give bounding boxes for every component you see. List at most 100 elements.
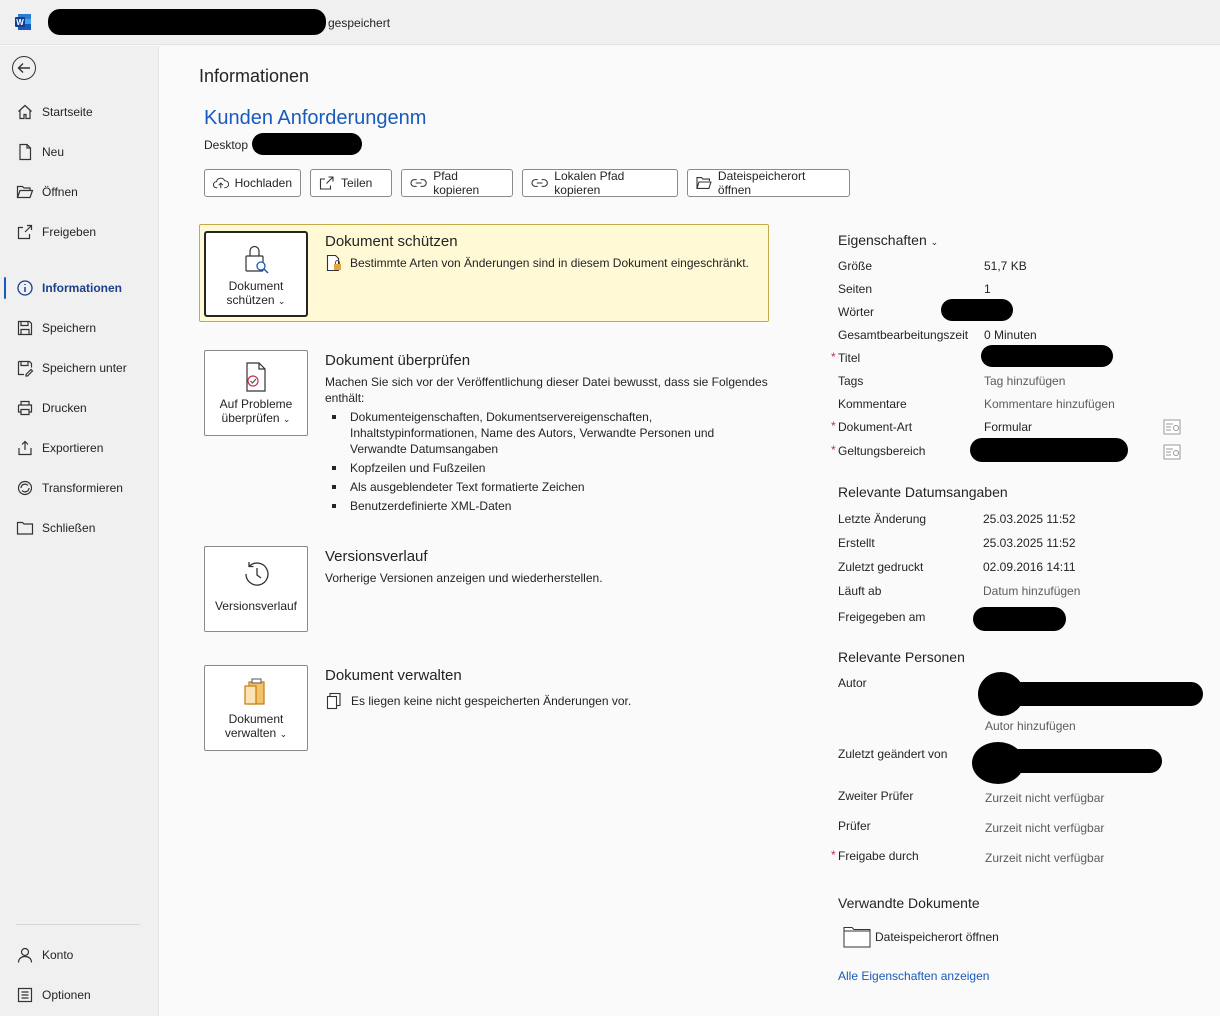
nav-label: Informationen: [42, 281, 122, 295]
doctype-value[interactable]: Formular: [984, 420, 1032, 434]
link-icon: [531, 179, 548, 187]
required-marker: *: [831, 443, 836, 457]
nav-informationen[interactable]: Informationen: [0, 271, 159, 305]
share-icon: [17, 224, 33, 240]
open-file-location-button[interactable]: Dateispeicherort öffnen: [687, 169, 850, 197]
pages-label: Seiten: [838, 282, 873, 296]
add-author-input[interactable]: Autor hinzufügen: [985, 719, 1076, 733]
share-icon: [319, 176, 334, 190]
second-reviewer-value: Zurzeit nicht verfügbar: [985, 791, 1105, 805]
versions-heading: Versionsverlauf: [325, 548, 428, 565]
nav-drucken[interactable]: Drucken: [0, 391, 159, 425]
save-status: gespeichert: [328, 16, 391, 30]
version-history-button[interactable]: Versionsverlauf: [204, 546, 308, 632]
nav-label: Öffnen: [42, 185, 78, 199]
nav-label: Schließen: [42, 521, 96, 535]
copy-local-path-button[interactable]: Lokalen Pfad kopieren: [522, 169, 678, 197]
restricted-document-icon: [326, 254, 341, 272]
doctype-label: Dokument-Art: [838, 420, 913, 434]
release-by-label: Freigabe durch: [838, 849, 919, 863]
options-icon: [17, 987, 33, 1003]
save-as-icon: [17, 360, 34, 377]
manage-description: Es liegen keine nicht gespeicherten Ände…: [351, 694, 632, 708]
expires-input[interactable]: Datum hinzufügen: [983, 584, 1080, 598]
nav-neu[interactable]: Neu: [0, 135, 159, 169]
inspect-document-button[interactable]: Auf Probleme überprüfen ⌄: [204, 350, 308, 436]
history-clock-icon: [245, 562, 269, 586]
share-button[interactable]: Teilen: [310, 169, 392, 197]
list-item: Dokumenteigenschaften, Dokumentservereig…: [325, 409, 745, 457]
close-folder-icon: [16, 521, 34, 535]
redacted-filename: [48, 9, 326, 35]
page-title: Informationen: [199, 66, 310, 86]
tags-label: Tags: [838, 374, 864, 388]
nav-speichern-unter[interactable]: Speichern unter: [0, 351, 159, 385]
upload-button[interactable]: Hochladen: [204, 169, 301, 197]
export-icon: [18, 440, 32, 456]
title-label: Titel: [838, 351, 861, 365]
folder-open-icon: [16, 185, 34, 199]
manage-document-button[interactable]: Dokument verwalten ⌄: [204, 665, 308, 751]
related-heading: Verwandte Dokumente: [838, 895, 980, 911]
tile-label-line2: überprüfen ⌄: [205, 411, 307, 425]
manage-heading: Dokument verwalten: [325, 667, 462, 684]
tile-label-line2: schützen ⌄: [206, 293, 306, 307]
edit-time-value: 0 Minuten: [984, 328, 1037, 342]
edit-time-label: Gesamtbearbeitungszeit: [838, 328, 969, 342]
tags-input[interactable]: Tag hinzufügen: [984, 374, 1065, 388]
words-label: Wörter: [838, 305, 874, 319]
redacted-title[interactable]: [981, 345, 1113, 367]
browse-icon[interactable]: [1163, 444, 1181, 460]
manage-document-icon: [244, 678, 265, 705]
second-reviewer-label: Zweiter Prüfer: [838, 789, 914, 803]
print-icon: [17, 400, 33, 416]
comments-input[interactable]: Kommentare hinzufügen: [984, 397, 1115, 411]
protect-description: Bestimmte Arten von Änderungen sind in d…: [350, 256, 749, 270]
nav-label: Exportieren: [42, 441, 104, 455]
last-modified-label: Letzte Änderung: [838, 512, 927, 526]
nav-label: Speichern: [42, 321, 97, 335]
nav-konto[interactable]: Konto: [0, 938, 159, 972]
home-icon: [18, 104, 32, 120]
tile-label-line1: Versionsverlauf: [214, 599, 298, 613]
documents-icon: [326, 692, 341, 710]
arrow-left-icon: [17, 63, 30, 73]
nav-speichern[interactable]: Speichern: [0, 311, 159, 345]
link-icon: [410, 179, 427, 187]
person-icon: [17, 947, 33, 963]
copy-path-button[interactable]: Pfad kopieren: [401, 169, 513, 197]
reviewer-label: Prüfer: [838, 819, 871, 833]
reviewer-value: Zurzeit nicht verfügbar: [985, 821, 1105, 835]
nav-label: Optionen: [42, 988, 91, 1002]
expires-label: Läuft ab: [838, 584, 882, 598]
nav-label: Freigeben: [42, 225, 97, 239]
protect-document-button[interactable]: Dokument schützen ⌄: [204, 231, 308, 317]
folder-icon: [696, 176, 712, 190]
nav-optionen[interactable]: Optionen: [0, 978, 159, 1012]
dates-heading: Relevante Datumsangaben: [838, 484, 1008, 500]
nav-transformieren[interactable]: Transformieren: [0, 471, 159, 505]
tile-label-text: verwalten: [224, 726, 277, 740]
redacted-modifier-name: [1005, 749, 1162, 773]
nav-label: Transformieren: [42, 481, 123, 495]
pages-value: 1: [984, 282, 991, 296]
nav-schliessen[interactable]: Schließen: [0, 511, 159, 545]
browse-icon[interactable]: [1163, 419, 1181, 435]
open-file-location-link[interactable]: Dateispeicherort öffnen: [843, 926, 999, 948]
chevron-down-icon: ⌄: [279, 729, 288, 739]
chevron-down-icon: ⌄: [277, 296, 286, 306]
redacted-scope[interactable]: [970, 438, 1128, 462]
svg-text:W: W: [16, 18, 24, 27]
nav-freigeben[interactable]: Freigeben: [0, 215, 159, 249]
properties-heading[interactable]: Eigenschaften ⌄: [838, 232, 938, 248]
tile-label-line1: Dokument: [228, 712, 284, 726]
nav-oeffnen[interactable]: Öffnen: [0, 175, 159, 209]
back-button[interactable]: [12, 56, 36, 80]
upload-label: Hochladen: [234, 176, 292, 190]
show-all-properties-link[interactable]: Alle Eigenschaften anzeigen: [838, 969, 989, 983]
properties-heading-text: Eigenschaften: [838, 232, 927, 248]
nav-startseite[interactable]: Startseite: [0, 95, 159, 129]
nav-exportieren[interactable]: Exportieren: [0, 431, 159, 465]
last-printed-value: 02.09.2016 14:11: [983, 560, 1076, 574]
versions-description: Vorherige Versionen anzeigen und wiederh…: [325, 571, 603, 585]
